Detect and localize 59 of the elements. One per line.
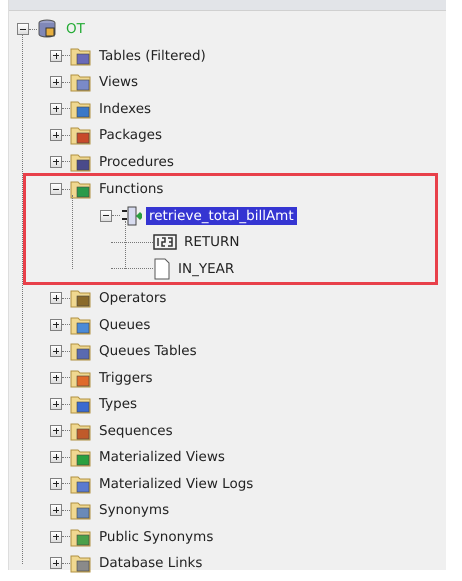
folder-icon [70, 526, 92, 547]
tree-item[interactable]: Materialized View Logs [96, 474, 256, 493]
expand-button[interactable] [50, 102, 62, 115]
folder-icon [70, 368, 92, 388]
expand-button[interactable] [50, 50, 62, 62]
tree-item[interactable]: Sequences [96, 422, 176, 440]
folder-icon [70, 288, 92, 308]
tree-item[interactable]: Tables (Filtered) [96, 46, 209, 65]
folder-icon [70, 474, 92, 494]
expand-button[interactable] [50, 345, 62, 358]
tree-item[interactable]: Operators [96, 289, 170, 308]
tree-item[interactable]: Indexes [96, 100, 154, 118]
expand-button[interactable] [50, 129, 62, 142]
tree-item[interactable]: Queues Tables [96, 342, 200, 360]
expand-button[interactable] [50, 478, 62, 490]
folder-icon [70, 125, 92, 146]
expand-button[interactable] [50, 156, 62, 168]
tree-item[interactable]: Triggers [96, 368, 156, 387]
function-icon [120, 204, 142, 227]
tree-item[interactable]: RETURN [181, 233, 243, 252]
folder-icon [70, 447, 92, 468]
folder-icon [70, 341, 92, 362]
folder-icon [70, 553, 92, 574]
expand-button[interactable] [50, 398, 62, 410]
expand-button[interactable] [50, 292, 62, 304]
folder-icon [70, 420, 92, 441]
tree-item[interactable]: Functions [96, 180, 166, 198]
collapse-button[interactable] [50, 183, 62, 196]
tree-item[interactable]: Queues [96, 316, 154, 334]
collapse-button[interactable] [17, 23, 29, 36]
expand-button[interactable] [50, 451, 62, 464]
expand-button[interactable] [50, 557, 62, 570]
tree-item[interactable]: Materialized Views [96, 448, 228, 466]
folder-icon [70, 152, 92, 172]
folder-icon [70, 72, 92, 92]
tree-item[interactable]: Synonyms [96, 501, 172, 520]
number-type-icon [153, 233, 177, 252]
expand-button[interactable] [50, 424, 62, 437]
folder-icon [70, 179, 92, 200]
tree-item[interactable]: IN_YEAR [175, 260, 238, 278]
expand-button[interactable] [50, 530, 62, 543]
tree-item[interactable]: Public Synonyms [96, 528, 216, 546]
tree-item[interactable]: Views [96, 73, 142, 92]
expand-button[interactable] [50, 504, 62, 516]
folder-icon [70, 500, 92, 520]
tree-item[interactable]: Database Links [96, 554, 206, 572]
expand-button[interactable] [50, 372, 62, 384]
collapse-button[interactable] [100, 210, 112, 222]
expand-button[interactable] [50, 318, 62, 331]
folder-icon [70, 394, 92, 414]
expand-button[interactable] [50, 76, 62, 88]
folder-icon [70, 314, 92, 335]
tree-item[interactable]: Procedures [96, 152, 177, 171]
document-icon [153, 258, 171, 280]
tree-item[interactable]: Packages [96, 126, 165, 144]
folder-icon [70, 98, 92, 119]
tree-item[interactable]: Types [96, 395, 140, 414]
tree-item[interactable]: retrieve_total_billAmt [146, 206, 297, 225]
folder-icon [70, 46, 92, 66]
